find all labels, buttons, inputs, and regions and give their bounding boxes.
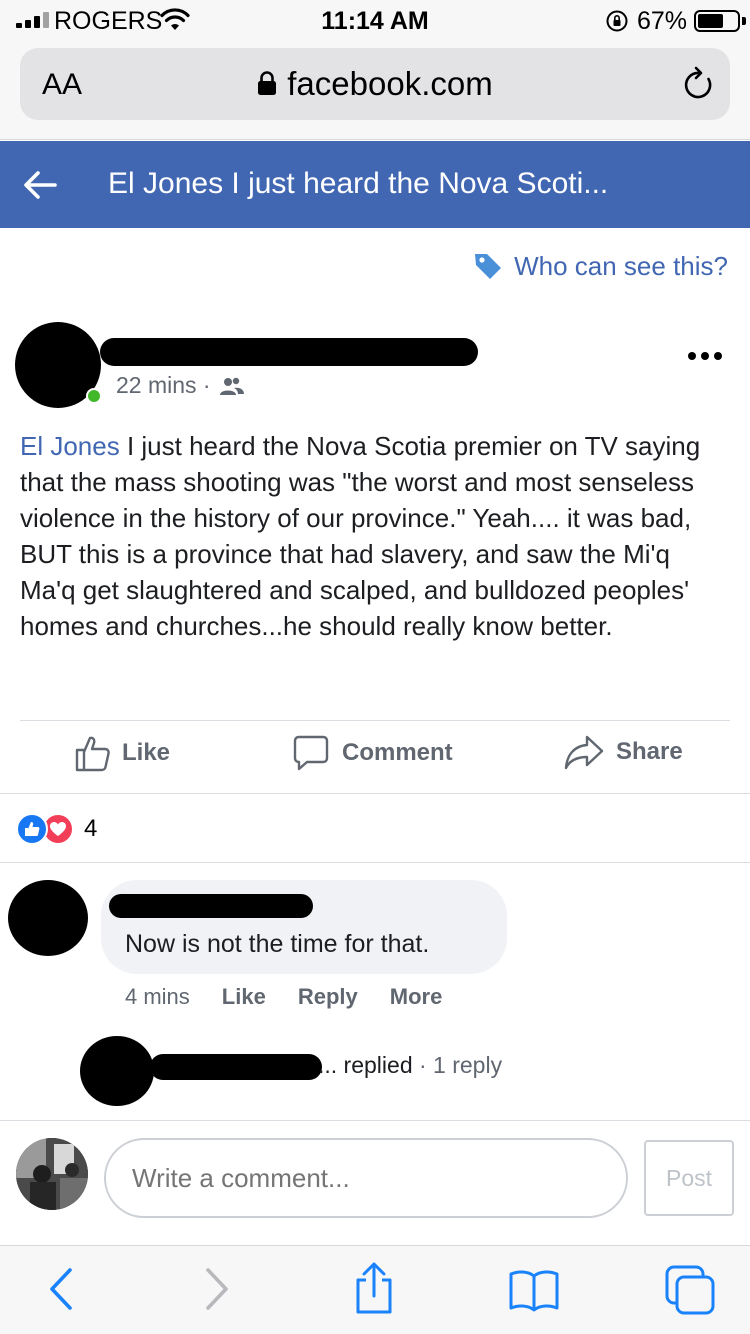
comment-input[interactable] (104, 1138, 628, 1218)
divider (0, 1120, 750, 1121)
back-arrow-icon[interactable] (22, 167, 58, 203)
page-header: El Jones I just heard the Nova Scoti... (0, 141, 750, 228)
commenter-avatar[interactable] (8, 880, 88, 956)
reply-count: · 1 reply (412, 1052, 503, 1078)
reactions-summary[interactable]: 4 (16, 813, 97, 845)
battery-percentage: 67% (637, 7, 688, 35)
share-button[interactable]: Share (564, 734, 683, 770)
post-actions: Like Comment Share (0, 734, 750, 780)
divider (0, 793, 750, 794)
comment-more-button[interactable]: More (390, 984, 443, 1010)
post-meta: 22 mins · (116, 372, 245, 399)
friends-audience-icon (219, 377, 244, 395)
thumbs-up-icon (75, 736, 110, 772)
privacy-link[interactable]: Who can see this? (472, 250, 728, 282)
comment-bubble: Now is not the time for that. (101, 880, 507, 974)
bookmarks-icon[interactable] (508, 1268, 560, 1312)
redacted-replier-name (150, 1054, 322, 1080)
comment-icon (293, 735, 329, 771)
back-chevron-icon[interactable] (44, 1266, 78, 1312)
post-body: El Jones I just heard the Nova Scotia pr… (20, 428, 730, 644)
share-label: Share (616, 738, 683, 765)
replier-avatar[interactable] (80, 1036, 154, 1106)
reload-icon[interactable] (682, 65, 716, 103)
more-options-icon[interactable] (688, 352, 722, 360)
divider (0, 862, 750, 863)
divider (20, 720, 730, 721)
tag-icon (475, 254, 502, 279)
url-display[interactable]: facebook.com (20, 65, 730, 103)
online-status-dot (86, 388, 102, 404)
replied-label: ... replied (318, 1052, 413, 1078)
comment-text: Now is not the time for that. (125, 930, 430, 958)
battery-icon (694, 10, 740, 32)
like-reaction-icon (16, 813, 48, 845)
redacted-author-name (100, 338, 478, 366)
url-text: facebook.com (287, 65, 493, 102)
share-arrow-icon (564, 735, 604, 770)
browser-chrome: AA facebook.com (0, 40, 750, 140)
orientation-lock-icon (606, 10, 628, 32)
like-button[interactable]: Like (74, 734, 170, 772)
post-text: I just heard the Nova Scotia premier on … (20, 431, 701, 641)
post-timestamp: 22 mins · (116, 372, 211, 398)
comment-reply-button[interactable]: Reply (298, 984, 358, 1010)
share-icon[interactable] (352, 1262, 396, 1316)
comment-label: Comment (342, 739, 453, 766)
like-label: Like (122, 739, 171, 766)
comment-actions: 4 mins Like Reply More (125, 984, 442, 1010)
post-button[interactable]: Post (644, 1140, 734, 1216)
user-profile-photo (16, 1138, 88, 1210)
page-title: El Jones I just heard the Nova Scoti... (108, 167, 609, 200)
post-author-link[interactable]: El Jones (20, 431, 120, 461)
comment-like-button[interactable]: Like (222, 984, 266, 1010)
address-bar[interactable]: AA facebook.com (20, 48, 730, 120)
browser-toolbar (0, 1245, 750, 1334)
forward-chevron-icon[interactable] (200, 1266, 234, 1312)
view-replies-link[interactable]: ... replied · 1 reply (318, 1052, 502, 1079)
status-bar: ROGERS 11:14 AM 67% (0, 0, 750, 40)
tabs-icon[interactable] (664, 1264, 716, 1316)
padlock-icon (258, 71, 277, 96)
redacted-commenter-name (109, 894, 313, 918)
comment-timestamp: 4 mins (125, 984, 190, 1009)
comment-button[interactable]: Comment (292, 734, 453, 772)
privacy-label: Who can see this? (514, 250, 728, 281)
battery-fill (698, 14, 723, 28)
battery-nub (742, 17, 746, 25)
reaction-count: 4 (84, 815, 98, 842)
